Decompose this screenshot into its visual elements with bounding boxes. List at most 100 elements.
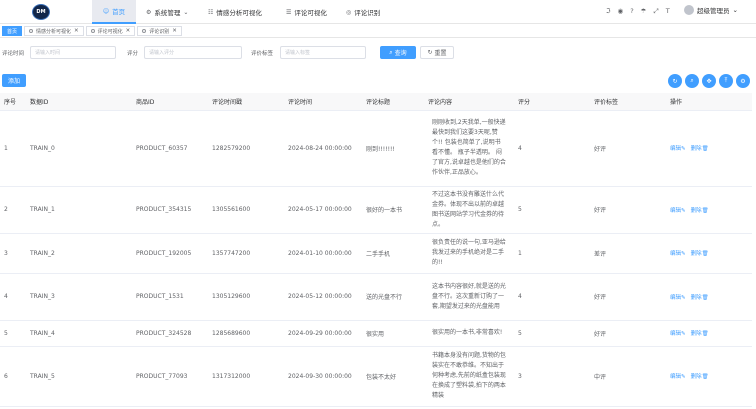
edit-button[interactable]: 编辑 (670, 295, 681, 301)
edit-action[interactable]: 编辑✎ (670, 206, 686, 214)
time-filter-input[interactable]: 请输入时间 (30, 46, 116, 59)
row-tag: 好评 (590, 186, 666, 234)
col-header: 序号 (0, 93, 26, 111)
top-navbar: DM ☺ 首页 ⚙ 系统管理 ⌄ ☷ 情感分析可视化 ☰ 评论可视化 ◎ 评论识… (0, 0, 756, 24)
edit-button[interactable]: 编辑 (670, 251, 681, 257)
row-time: 2024-05-12 00:00:00 (284, 273, 362, 321)
edit-action[interactable]: 编辑✎ (670, 329, 686, 337)
delete-action[interactable]: 删除🗑 (691, 144, 709, 152)
edit-action[interactable]: 编辑✎ (670, 144, 686, 152)
tab-home[interactable]: 首页 (2, 26, 23, 36)
delete-action[interactable]: 删除🗑 (691, 249, 709, 257)
delete-button[interactable]: 删除 (691, 251, 702, 257)
row-score: 3 (514, 346, 590, 407)
table-row: 6 TRAIN_5 PRODUCT_77093 1317312000 2024-09-3… (0, 346, 752, 407)
translate-icon[interactable]: ℑ (606, 7, 611, 16)
move-icon[interactable]: ✥ (702, 74, 716, 88)
search-button[interactable]: ⌕ 查询 (380, 46, 416, 59)
row-product-id: PRODUCT_192005 (132, 233, 208, 274)
edit-action[interactable]: 编辑✎ (670, 372, 686, 380)
user-menu[interactable]: 超级管理员 ⌄ (684, 5, 738, 15)
close-icon[interactable]: ✕ (126, 28, 131, 34)
nav-sentiment-visualization[interactable]: ☷ 情感分析可视化 (208, 0, 262, 24)
chevron-down-icon: ⌄ (732, 6, 738, 14)
delete-action[interactable]: 删除🗑 (691, 206, 709, 214)
tag-filter-label: 评价标签 (251, 51, 274, 57)
row-content: 刚刚收到,2天我单,一般快递最快到我们这要3天呢,赞个!! 包装也简单了,说明书… (424, 110, 514, 187)
row-content: 很实用的一本书,非常喜欢! (424, 320, 514, 347)
tab-comment-visualization-label: 评论可视化 (97, 28, 123, 35)
nav-system-management-label: 系统管理 (154, 9, 181, 17)
row-score: 4 (514, 110, 590, 187)
status-dot-icon (142, 29, 147, 33)
edit-button[interactable]: 编辑 (670, 146, 681, 152)
row-title: 很好的一本书 (362, 186, 424, 234)
refresh-icon[interactable]: ↻ (668, 74, 682, 88)
nav-comment-recognition[interactable]: ◎ 评论识别 (346, 0, 380, 24)
row-actions: 编辑✎ 删除🗑 (666, 346, 752, 407)
question-icon[interactable]: ? (630, 7, 633, 16)
trash-icon: 🗑 (701, 294, 709, 301)
nav-comment-visualization[interactable]: ☰ 评论可视化 (286, 0, 327, 24)
trash-icon: 🗑 (701, 207, 709, 214)
edit-action[interactable]: 编辑✎ (670, 293, 686, 301)
delete-action[interactable]: 删除🗑 (691, 293, 709, 301)
delete-action[interactable]: 删除🗑 (691, 329, 709, 337)
search-toggle-icon[interactable]: ⌕ (685, 74, 699, 88)
col-header: 评论时间 (284, 93, 362, 111)
add-button[interactable]: 添加 (2, 74, 26, 87)
edit-action[interactable]: 编辑✎ (670, 249, 686, 257)
tab-comment-visualization[interactable]: 评论可视化 ✕ (85, 26, 136, 36)
col-header: 数据ID (26, 93, 132, 111)
table-row: 4 TRAIN_3 PRODUCT_1531 1305129600 2024-05-12… (0, 273, 752, 321)
delete-button[interactable]: 删除 (691, 146, 702, 152)
reset-button[interactable]: ↻ 重置 (420, 46, 454, 59)
row-tag: 中评 (590, 346, 666, 407)
nav-home[interactable]: ☺ 首页 (92, 0, 136, 24)
tab-comment-recognition[interactable]: 评论识别 ✕ (137, 26, 182, 36)
delete-action[interactable]: 删除🗑 (691, 372, 709, 380)
close-icon[interactable]: ✕ (74, 28, 79, 34)
home-icon: ☺ (102, 7, 110, 15)
fullscreen-icon[interactable]: ⤢ (654, 7, 659, 16)
row-content: 不过这本书没有雕送什么代金券。体现不出以前的卓越图书送网站学习代金券的待点。 (424, 186, 514, 234)
row-time: 2024-09-30 00:00:00 (284, 346, 362, 407)
table-row: 3 TRAIN_2 PRODUCT_192005 1357747200 2024-01-… (0, 233, 752, 274)
row-score: 4 (514, 273, 590, 321)
row-tag: 好评 (590, 110, 666, 187)
score-filter-input[interactable]: 请输入评分 (144, 46, 242, 59)
upload-icon[interactable]: ⤒ (719, 74, 733, 88)
theme-icon[interactable]: ☂ (641, 7, 647, 16)
row-timestamp: 1285689600 (208, 320, 284, 347)
close-icon[interactable]: ✕ (172, 28, 177, 34)
chevron-down-icon: ⌄ (183, 8, 189, 16)
delete-button[interactable]: 删除 (691, 331, 702, 337)
font-size-icon[interactable]: T (666, 7, 670, 16)
search-button-label: 查询 (394, 50, 407, 57)
tag-filter-input[interactable]: 请输入标签 (280, 46, 366, 59)
nav-comment-recognition-label: 评论识别 (354, 9, 381, 17)
tab-sentiment-visualization[interactable]: 情感分析可视化 ✕ (24, 26, 84, 36)
row-actions-group: 编辑✎ 删除🗑 (670, 293, 752, 301)
chart-icon: ☷ (208, 8, 214, 16)
edit-button[interactable]: 编辑 (670, 331, 681, 337)
nav-comment-visualization-label: 评论可视化 (294, 9, 327, 17)
tab-home-label: 首页 (7, 28, 18, 35)
search-form: 评论时间 请输入时间 评分 请输入评分 评价标签 请输入标签 ⌕ 查询 ↻ 重置 (0, 45, 756, 61)
row-score: 1 (514, 233, 590, 274)
github-icon[interactable]: ◉ (618, 7, 624, 16)
trash-icon: 🗑 (701, 146, 709, 152)
edit-button[interactable]: 编辑 (670, 208, 681, 214)
delete-button[interactable]: 删除 (691, 208, 702, 214)
row-time: 2024-01-10 00:00:00 (284, 233, 362, 274)
nav-system-management[interactable]: ⚙ 系统管理 ⌄ (146, 0, 188, 24)
delete-button[interactable]: 删除 (691, 295, 702, 301)
tab-comment-recognition-label: 评论识别 (149, 28, 170, 35)
columns-icon[interactable]: ⚙ (736, 74, 750, 88)
row-time: 2024-08-24 00:00:00 (284, 110, 362, 187)
row-seq: 1 (0, 110, 26, 187)
delete-button[interactable]: 删除 (691, 374, 702, 380)
app-logo[interactable]: DM (32, 4, 50, 20)
row-content: 这本书内容很好,就是送的光盘不行。这次重新订购了一套,期望发过来的光盘能用 (424, 273, 514, 321)
edit-button[interactable]: 编辑 (670, 374, 681, 380)
